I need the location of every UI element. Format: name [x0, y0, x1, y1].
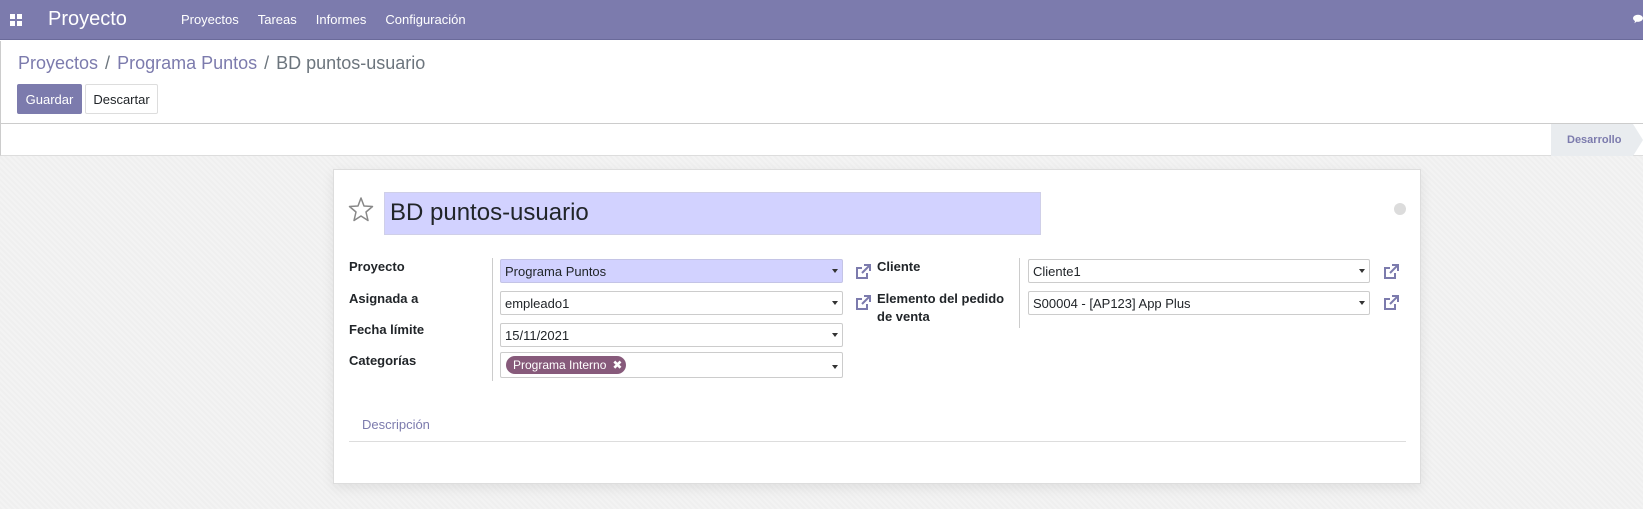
- group-divider: [492, 258, 493, 381]
- chevron-down-icon[interactable]: [832, 301, 838, 305]
- breadcrumb: Proyectos / Programa Puntos / BD puntos-…: [18, 53, 425, 74]
- chevron-down-icon[interactable]: [1359, 269, 1365, 273]
- breadcrumb-programa-puntos[interactable]: Programa Puntos: [117, 53, 257, 74]
- category-tag: Programa Interno ✖: [506, 356, 627, 374]
- group-divider: [1019, 258, 1020, 328]
- star-icon[interactable]: [348, 196, 374, 222]
- kanban-state-dot[interactable]: [1394, 203, 1406, 215]
- label-categorias: Categorías: [349, 353, 417, 368]
- categories-field[interactable]: Programa Interno ✖: [500, 352, 843, 378]
- external-link-icon[interactable]: [853, 262, 873, 282]
- project-value: Programa Puntos: [505, 264, 607, 279]
- label-elemento-pedido: Elemento del pedido: [877, 291, 1005, 306]
- menu-item-configuracion[interactable]: Configuración: [385, 12, 465, 27]
- status-bar: Desarrollo: [0, 123, 1643, 156]
- assigned-value: empleado1: [505, 296, 570, 311]
- chevron-down-icon[interactable]: [832, 269, 838, 273]
- project-field[interactable]: Programa Puntos: [500, 259, 843, 283]
- breadcrumb-proyectos[interactable]: Proyectos: [18, 53, 98, 74]
- assigned-field[interactable]: empleado1: [500, 291, 843, 315]
- tab-divider: [349, 441, 1406, 442]
- breadcrumb-separator: /: [264, 53, 270, 73]
- main-menu: Proyectos Tareas Informes Configuración: [181, 12, 485, 27]
- label-fecha-limite: Fecha límite: [349, 322, 425, 337]
- top-navbar: Proyecto Proyectos Tareas Informes Confi…: [0, 0, 1643, 40]
- menu-item-informes[interactable]: Informes: [316, 12, 367, 27]
- label-cliente: Cliente: [877, 259, 921, 274]
- external-link-icon[interactable]: [1381, 262, 1401, 282]
- sale-line-value: S00004 - [AP123] App Plus: [1033, 296, 1191, 311]
- sale-line-field[interactable]: S00004 - [AP123] App Plus: [1028, 291, 1370, 315]
- deadline-value: 15/11/2021: [505, 328, 570, 343]
- menu-item-proyectos[interactable]: Proyectos: [181, 12, 239, 27]
- chevron-down-icon[interactable]: [1359, 301, 1365, 305]
- external-link-icon[interactable]: [1381, 293, 1401, 313]
- stage-desarrollo[interactable]: Desarrollo: [1551, 124, 1643, 156]
- task-title-input[interactable]: BD puntos-usuario: [384, 192, 1041, 235]
- save-button[interactable]: Guardar: [17, 84, 82, 114]
- customer-field[interactable]: Cliente1: [1028, 259, 1370, 283]
- form-sheet: BD puntos-usuario Proyecto Asignada a Fe…: [333, 169, 1421, 484]
- category-tag-label: Programa Interno: [513, 358, 607, 372]
- customer-value: Cliente1: [1033, 264, 1081, 279]
- tab-descripcion[interactable]: Descripción: [362, 417, 430, 432]
- apps-menu-icon[interactable]: [0, 0, 32, 40]
- label-proyecto: Proyecto: [349, 259, 405, 274]
- app-name[interactable]: Proyecto: [48, 8, 127, 31]
- breadcrumb-current: BD puntos-usuario: [276, 53, 426, 73]
- external-link-icon[interactable]: [853, 293, 873, 313]
- deadline-field[interactable]: 15/11/2021: [500, 323, 843, 347]
- label-elemento-pedido-2: de venta: [877, 309, 930, 324]
- discard-button[interactable]: Descartar: [85, 84, 158, 114]
- control-panel: Proyectos / Programa Puntos / BD puntos-…: [0, 41, 1643, 124]
- chevron-down-icon[interactable]: [832, 365, 838, 369]
- breadcrumb-separator: /: [105, 53, 111, 73]
- menu-item-tareas[interactable]: Tareas: [258, 12, 297, 27]
- label-asignada: Asignada a: [349, 291, 419, 306]
- chat-icon[interactable]: [1633, 12, 1643, 26]
- grid-icon: [10, 13, 22, 26]
- remove-tag-icon[interactable]: ✖: [612, 358, 622, 372]
- chevron-down-icon[interactable]: [832, 333, 838, 337]
